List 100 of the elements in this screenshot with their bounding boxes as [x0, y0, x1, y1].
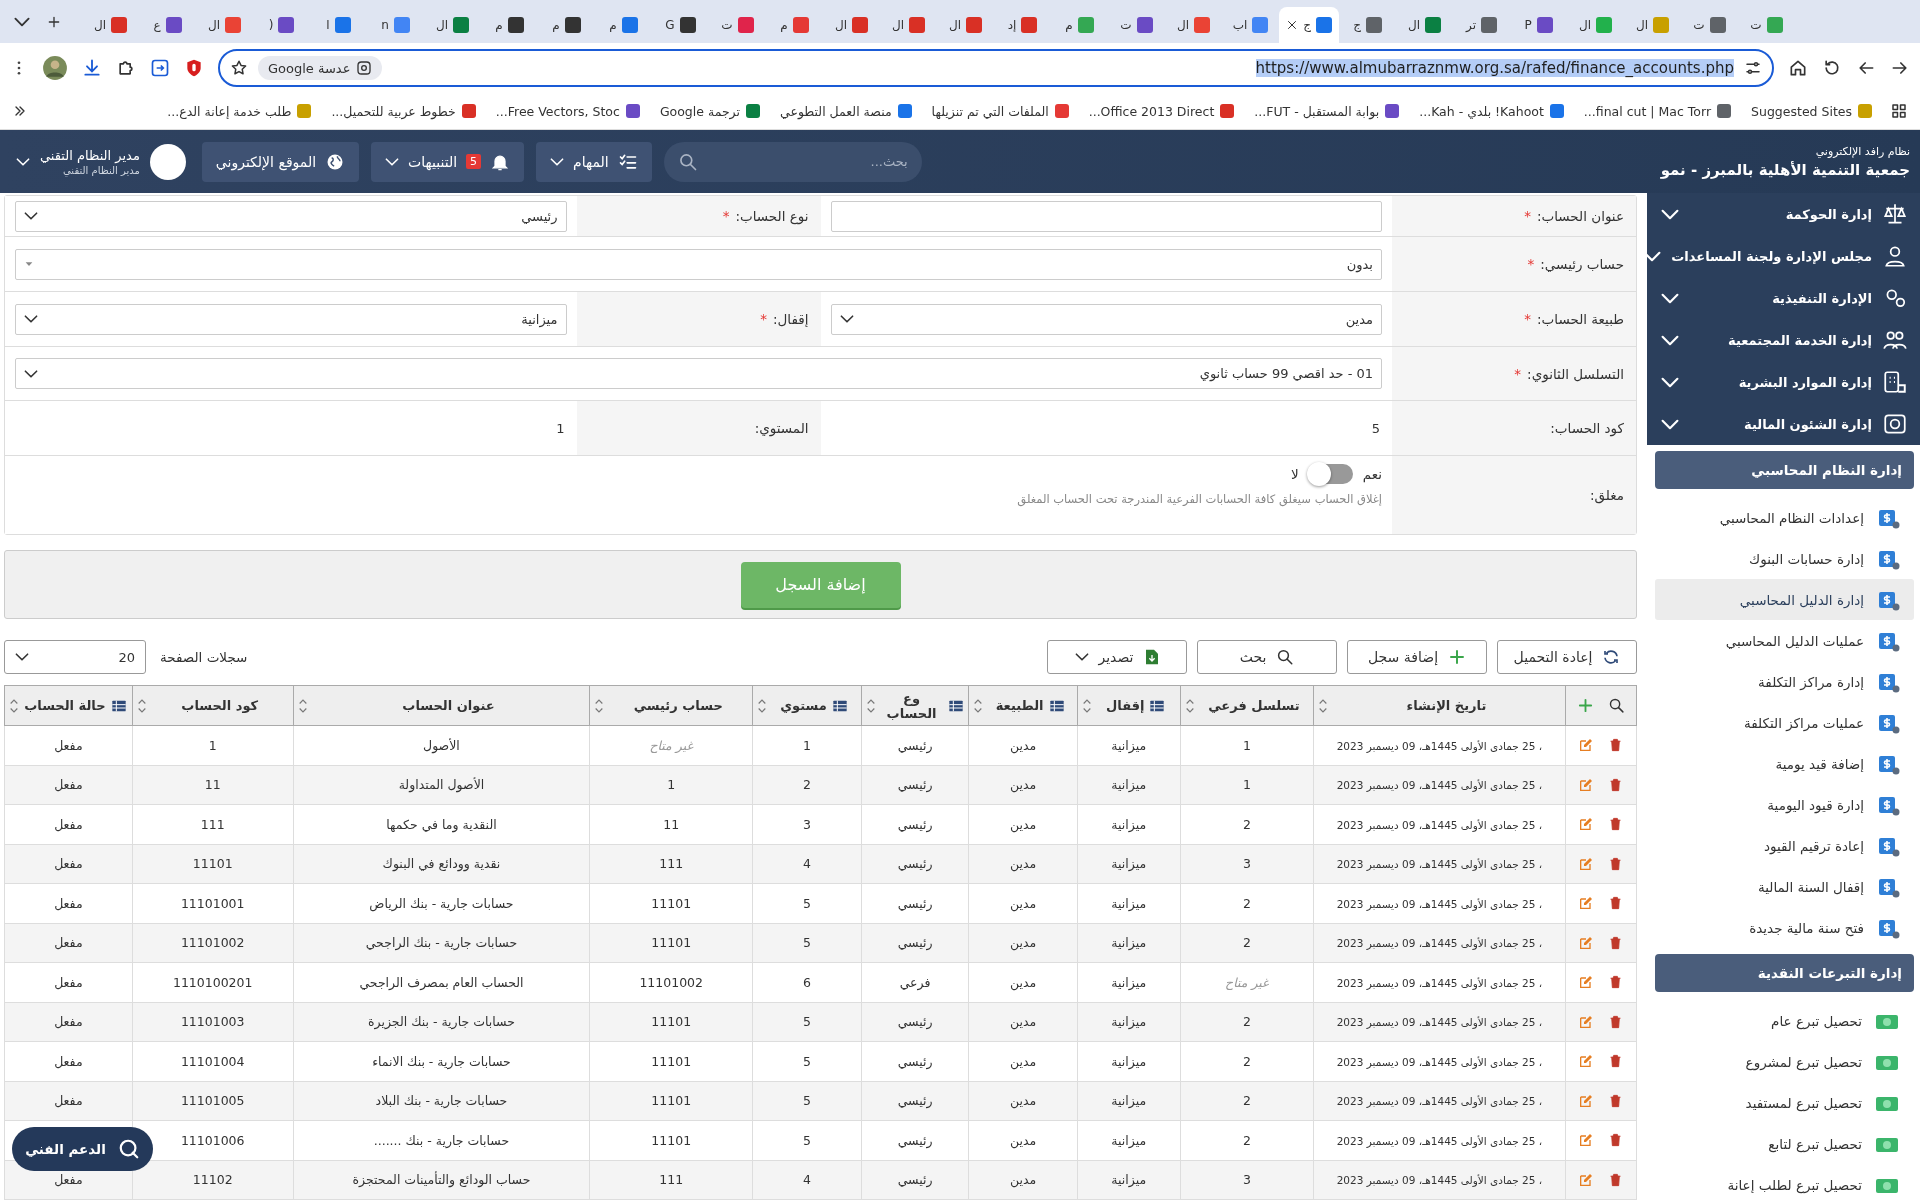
browser-tab[interactable]: ال [196, 7, 253, 43]
shield-icon[interactable] [184, 58, 204, 78]
bookmark[interactable]: Office 2013 Direct... [1088, 103, 1235, 119]
browser-tab[interactable]: ت [1681, 7, 1738, 43]
trash-icon[interactable] [1608, 816, 1624, 833]
browser-tab[interactable]: n [367, 7, 424, 43]
browser-tab[interactable]: م [481, 7, 538, 43]
trash-icon[interactable] [1608, 776, 1624, 793]
search-icon[interactable] [1607, 697, 1625, 714]
trash-icon[interactable] [1608, 1171, 1624, 1188]
download-icon[interactable] [82, 58, 102, 78]
browser-tab[interactable]: ج [1279, 7, 1339, 43]
browser-tab[interactable]: م [538, 7, 595, 43]
bookmark[interactable]: Suggested Sites [1751, 103, 1872, 119]
column-header[interactable]: وع الحساب [861, 685, 969, 726]
trash-icon[interactable] [1608, 1013, 1624, 1030]
column-header[interactable]: حالة الحساب [4, 685, 133, 726]
edit-icon[interactable] [1578, 1171, 1595, 1188]
edit-icon[interactable] [1578, 1013, 1595, 1030]
browser-tab[interactable]: ال [1624, 7, 1681, 43]
trash-icon[interactable] [1608, 855, 1624, 872]
edit-icon[interactable] [1578, 974, 1595, 991]
reload-icon[interactable] [1822, 58, 1842, 78]
search-button[interactable]: بحث [1197, 640, 1337, 675]
column-header[interactable]: عنوان الحساب [293, 685, 590, 726]
trash-icon[interactable] [1608, 737, 1624, 754]
browser-tab[interactable]: اب [1222, 7, 1279, 43]
browser-tab[interactable]: ت [709, 7, 766, 43]
browser-tab[interactable]: P [1510, 7, 1567, 43]
text-field[interactable] [830, 200, 1382, 232]
browser-tab[interactable]: ت [1738, 7, 1795, 43]
browser-tab[interactable]: م [1051, 7, 1108, 43]
edit-icon[interactable] [1578, 776, 1595, 793]
bookmark[interactable]: Free Vectors, Stoc... [495, 103, 640, 119]
browser-tab[interactable]: ال [82, 7, 139, 43]
menu-item[interactable]: فتح سنة مالية جديدة [1655, 907, 1914, 948]
section-header[interactable]: إدارة النظام المحاسبي [1655, 451, 1914, 489]
browser-tab[interactable]: ال [1567, 7, 1624, 43]
browser-tab[interactable]: إد [994, 7, 1051, 43]
trash-icon[interactable] [1608, 1053, 1624, 1070]
trash-icon[interactable] [1608, 934, 1624, 951]
bookmark[interactable]: بوابة المستقبل - FUT... [1254, 103, 1400, 119]
browser-tab[interactable]: ت [1108, 7, 1165, 43]
trash-icon[interactable] [1608, 1132, 1624, 1149]
menu-item[interactable]: إعادة ترقيم القيود [1655, 825, 1914, 866]
menu-item[interactable]: إدارة حسابات البنوك [1655, 538, 1914, 579]
select-field[interactable]: مدين [830, 303, 1382, 335]
browser-tab[interactable]: ال [937, 7, 994, 43]
bookmark[interactable]: الملفات التي تم تنزيلها [931, 103, 1069, 119]
trash-icon[interactable] [1608, 1092, 1624, 1109]
browser-tab[interactable]: م [595, 7, 652, 43]
menu-item[interactable]: إدارة الدليل المحاسبي [1655, 579, 1914, 620]
browser-tab[interactable]: ج [1339, 7, 1396, 43]
apps-icon[interactable] [1890, 102, 1908, 120]
edit-icon[interactable] [1578, 934, 1595, 951]
toggle-switch[interactable] [1308, 464, 1353, 484]
column-header[interactable]: إقفال [1077, 685, 1180, 726]
add-button[interactable]: إضافة سجل [1347, 640, 1487, 675]
bookmark[interactable]: منصة العمل التطوعي [780, 103, 912, 119]
menu-item[interactable]: عمليات الدليل المحاسبي [1655, 620, 1914, 661]
sync-icon[interactable] [150, 58, 170, 78]
column-header[interactable]: تاريخ الإنشاء [1313, 685, 1566, 726]
menu-item[interactable]: إضافة قيد يومية [1655, 743, 1914, 784]
browser-tab[interactable]: تر [1453, 7, 1510, 43]
edit-icon[interactable] [1578, 1053, 1595, 1070]
edit-icon[interactable] [1578, 895, 1595, 912]
search-field[interactable]: بحث... [663, 141, 922, 182]
menu-item[interactable]: إدارة قيود اليومية [1655, 784, 1914, 825]
browser-tab[interactable]: م [766, 7, 823, 43]
edit-icon[interactable] [1578, 1132, 1595, 1149]
page-size-select[interactable]: 20 [4, 640, 146, 675]
bookmark[interactable]: Kahoot! بلدي - Kah... [1419, 103, 1564, 119]
bookmark[interactable]: ترجمة Google [659, 103, 760, 119]
home-icon[interactable] [1788, 58, 1808, 78]
section-header[interactable]: إدارة التبرعات النقدية [1655, 954, 1914, 992]
trash-icon[interactable] [1608, 895, 1624, 912]
puzzle-icon[interactable] [116, 58, 136, 78]
browser-tab[interactable]: ا [310, 7, 367, 43]
browser-tab[interactable]: ال [823, 7, 880, 43]
column-header[interactable]: الطبيعة [968, 685, 1078, 726]
support-button[interactable]: الدعم الفني [12, 1127, 153, 1171]
browser-tab[interactable]: ( [253, 7, 310, 43]
sidebar-group[interactable]: إدارة الموارد البشرية [1647, 361, 1920, 403]
export-button[interactable]: تصدير [1047, 640, 1187, 675]
column-header[interactable]: كود الحساب [132, 685, 294, 726]
menu-item[interactable]: إعدادات النظام المحاسبي [1655, 497, 1914, 538]
menu-item[interactable]: تحصيل تبرع لمستفيد [1655, 1082, 1914, 1123]
menu-item[interactable]: عمليات مراكز التكلفة [1655, 702, 1914, 743]
select-field[interactable]: رئيسي [15, 200, 567, 232]
bookmark[interactable]: طلب خدمة إعانة الدع... [167, 103, 312, 119]
plus-icon[interactable] [1576, 697, 1594, 714]
column-header[interactable]: تسلسل فرعي [1180, 685, 1314, 726]
sidebar-group[interactable]: إدارة الخدمة المجتمعية [1647, 319, 1920, 361]
select-field[interactable]: 01 - حد اقصي 99 حساب ثانوي [15, 358, 1382, 389]
sidebar-group[interactable]: مجلس الإدارة ولجنة المساعدات [1647, 235, 1920, 277]
tasks-button[interactable]: المهام [536, 141, 652, 182]
browser-tab[interactable]: G [652, 7, 709, 43]
sidebar-group[interactable]: إدارة الشئون المالية [1647, 403, 1920, 445]
column-header[interactable]: مستوي [752, 685, 862, 726]
edit-icon[interactable] [1578, 737, 1595, 754]
